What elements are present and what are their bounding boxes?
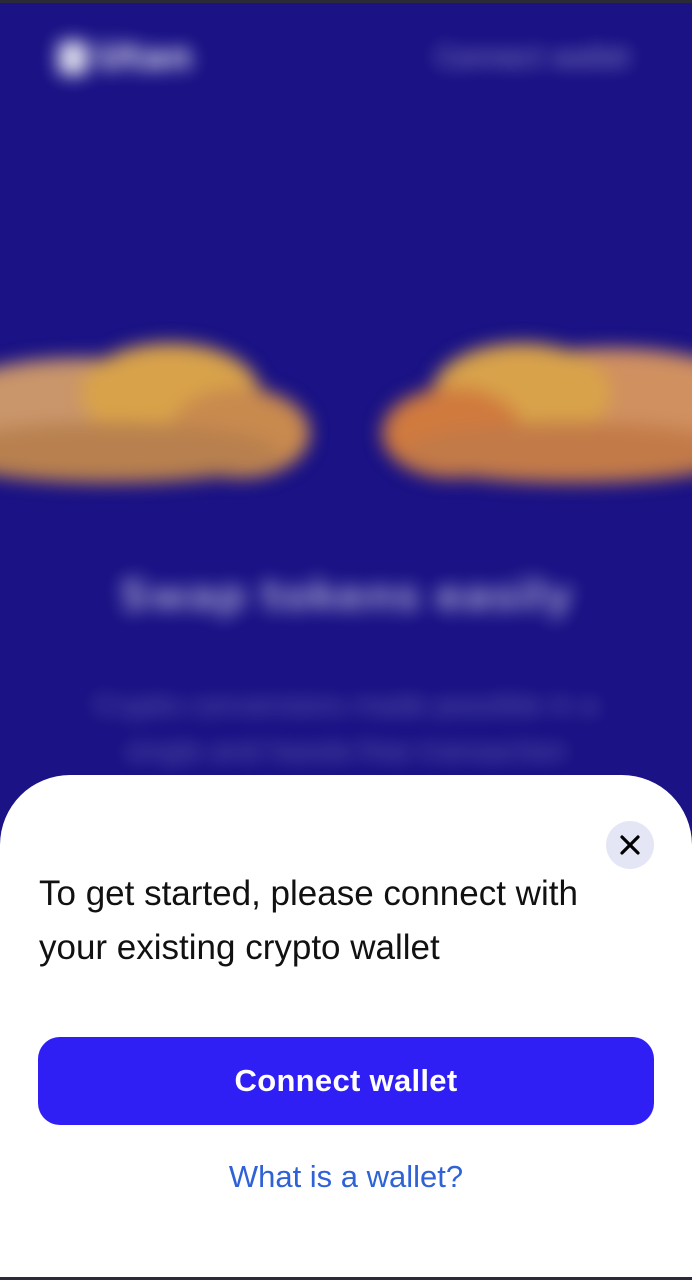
left-hand-illustration [0, 343, 310, 483]
connect-wallet-sheet: To get started, please connect with your… [0, 775, 692, 1280]
background-hero-subtitle: Crypto conversions made possible in a si… [94, 691, 598, 767]
close-icon [620, 835, 640, 855]
sheet-message: To get started, please connect with your… [39, 874, 578, 967]
logo-mark-icon [58, 40, 88, 75]
background-hero-title: Swap tokens easily [119, 571, 573, 620]
background-logo: Utan [58, 37, 192, 78]
background-logo-text: Utan [96, 37, 193, 78]
what-is-a-wallet-link[interactable]: What is a wallet? [0, 1159, 692, 1195]
app-screen: Utan Connect wallet Swap tokens easily C… [0, 0, 692, 1280]
background-connect-wallet-link: Connect wallet [436, 43, 630, 73]
connect-wallet-button[interactable]: Connect wallet [38, 1037, 654, 1125]
right-hand-illustration [382, 343, 692, 483]
close-button[interactable] [606, 821, 654, 869]
